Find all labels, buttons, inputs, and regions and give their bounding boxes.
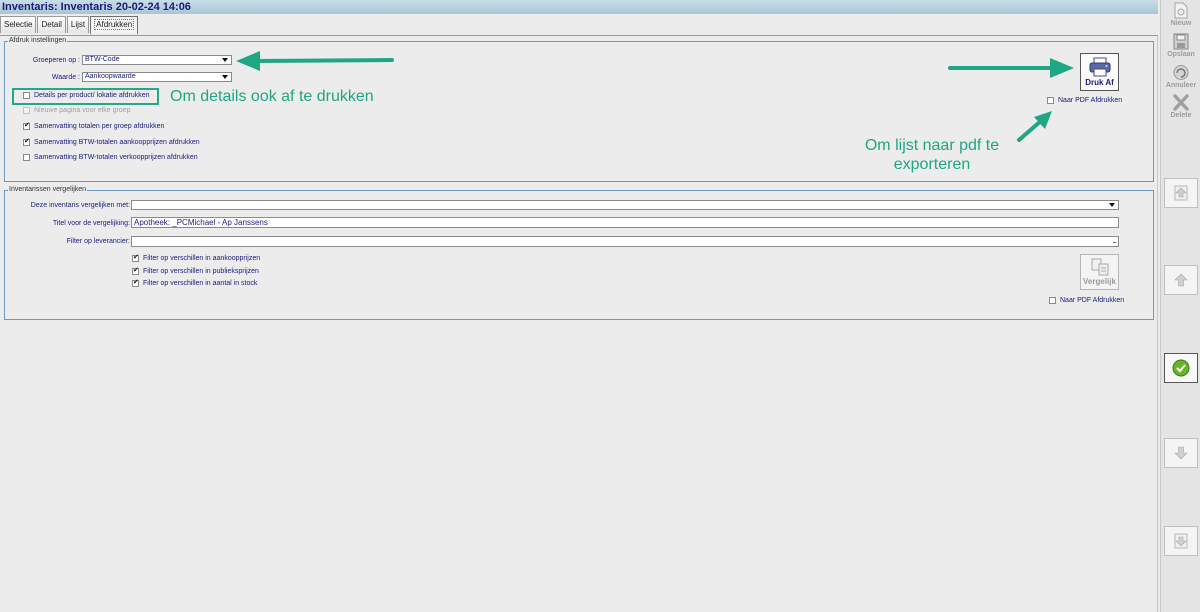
filter-public-label: Filter op verschillen in publieksprijzen (143, 268, 259, 275)
value-label: Waarde : (51, 74, 80, 81)
group-by-label: Groeperen op : (32, 57, 80, 64)
filter-stock-label: Filter op verschillen in aantal in stock (143, 280, 258, 287)
value-value: Aankoopwaarde (85, 73, 136, 80)
filter-purchase-checkbox[interactable]: Filter op verschillen in aankoopprijzen (132, 253, 261, 262)
new-page-checkbox[interactable]: Nieuwe pagina voor elke groep (23, 107, 131, 114)
window-title: Inventaris: Inventaris 20-02-24 14:06 (2, 1, 191, 13)
filter-public-checkbox[interactable]: Filter op verschillen in publieksprijzen (132, 266, 259, 275)
delete-x-icon (1173, 94, 1189, 111)
checkbox-box (132, 266, 139, 275)
next-record-button[interactable] (1164, 438, 1198, 468)
btw-purchase-checkbox-label: Samenvatting BTW-totalen aankoopprijzen … (34, 139, 200, 146)
save-button[interactable]: Opslaan (1164, 33, 1198, 58)
group-totals-checkbox-label: Samenvatting totalen per groep afdrukken (34, 123, 165, 130)
more-options-icon[interactable]: ... (1112, 236, 1117, 245)
pdf-print-checkbox-label: Naar PDF Afdrukken (1058, 97, 1123, 104)
tab-afdrukken-label: Afdrukken (94, 19, 135, 30)
arrow-down-icon (1174, 446, 1188, 460)
delete-button-label: Delete (1170, 112, 1192, 119)
compare-icon (1091, 258, 1108, 276)
new-page-checkbox-label: Nieuwe pagina voor elke groep (34, 107, 131, 114)
print-button-label: Druk Af (1085, 78, 1114, 87)
new-button-label: Nieuw (1170, 20, 1192, 27)
btw-purchase-checkbox[interactable]: Samenvatting BTW-totalen aankoopprijzen … (23, 137, 200, 146)
checkbox-box (1049, 297, 1056, 304)
checkbox-box (23, 154, 30, 161)
checkbox-box (23, 121, 30, 130)
comparison-title-label: Titel voor de vergelijking: (52, 220, 130, 227)
chevron-down-icon (222, 58, 228, 62)
confirm-button[interactable] (1164, 353, 1198, 383)
compare-button-label: Vergelijk (1083, 277, 1116, 286)
chevron-down-icon (1109, 203, 1115, 207)
comparison-title-value: Apotheek: _PCMichael - Ap Janssens (134, 218, 268, 227)
check-icon (1172, 359, 1190, 377)
previous-record-button[interactable] (1164, 265, 1198, 295)
undo-icon (1173, 65, 1189, 80)
checkbox-box (1047, 97, 1054, 104)
pdf-print-checkbox[interactable]: Naar PDF Afdrukken (1047, 97, 1122, 104)
new-button[interactable]: Nieuw (1164, 2, 1198, 27)
title-bar: Inventaris: Inventaris 20-02-24 14:06 (0, 0, 1158, 14)
pdf-annotation-line2: exporteren (893, 156, 971, 173)
new-document-icon (1174, 2, 1188, 19)
supplier-filter-label: Filter op leverancier: (66, 238, 130, 245)
group-totals-checkbox[interactable]: Samenvatting totalen per groep afdrukken (23, 121, 165, 130)
checkbox-box (23, 107, 30, 114)
arrow-right-icon (948, 58, 1074, 78)
details-highlight-frame (12, 88, 159, 105)
btw-sales-checkbox-label: Samenvatting BTW-totalen verkoopprijzen … (34, 154, 198, 161)
checkbox-box (132, 278, 139, 287)
supplier-filter-input[interactable]: ... (131, 236, 1119, 247)
tab-detail[interactable]: Detail (37, 16, 66, 33)
save-button-label: Opslaan (1167, 51, 1195, 58)
cancel-button-label: Annuleer (1165, 82, 1197, 89)
group-by-value: BTW-Code (85, 56, 120, 63)
filter-stock-checkbox[interactable]: Filter op verschillen in aantal in stock (132, 278, 258, 287)
compare-pdf-label: Naar PDF Afdrukken (1060, 297, 1125, 304)
compare-button[interactable]: Vergelijk (1080, 254, 1119, 290)
arrow-up-right-icon (1017, 111, 1052, 142)
compare-pdf-checkbox[interactable]: Naar PDF Afdrukken (1049, 297, 1124, 304)
compare-with-select[interactable] (131, 200, 1119, 210)
group-by-select[interactable]: BTW-Code (82, 55, 232, 65)
floppy-disk-icon (1173, 33, 1189, 50)
print-settings-legend: Afdruk instellingen (8, 37, 68, 44)
chevron-down-icon (222, 75, 228, 79)
print-button[interactable]: Druk Af (1080, 53, 1119, 91)
arrow-up-bar-icon (1174, 185, 1188, 201)
tab-bar: Selectie Detail Lijst Afdrukken (0, 16, 139, 35)
printer-icon (1089, 57, 1110, 77)
arrow-up-icon (1174, 273, 1188, 287)
comparison-title-input[interactable]: Apotheek: _PCMichael - Ap Janssens (131, 217, 1119, 228)
delete-button[interactable]: Delete (1164, 94, 1198, 119)
first-record-button[interactable] (1164, 178, 1198, 208)
tab-selectie[interactable]: Selectie (0, 16, 37, 33)
cancel-button[interactable]: Annuleer (1164, 64, 1198, 89)
last-record-button[interactable] (1164, 526, 1198, 556)
compare-with-label: Deze inventaris vergelijken met: (30, 202, 130, 209)
checkbox-box (23, 137, 30, 146)
right-toolbar: Nieuw Opslaan Annuleer Delete (1160, 0, 1200, 612)
value-select[interactable]: Aankoopwaarde (82, 72, 232, 82)
arrow-down-bar-icon (1174, 533, 1188, 549)
pdf-annotation-line1: Om lijst naar pdf te (864, 137, 1000, 154)
tab-lijst[interactable]: Lijst (66, 16, 90, 33)
btw-sales-checkbox[interactable]: Samenvatting BTW-totalen verkoopprijzen … (23, 154, 198, 161)
details-annotation: Om details ook af te drukken (170, 88, 374, 105)
arrow-left-icon (236, 51, 394, 71)
filter-purchase-label: Filter op verschillen in aankoopprijzen (143, 255, 261, 262)
tab-afdrukken[interactable]: Afdrukken (90, 16, 139, 35)
checkbox-box (132, 253, 139, 262)
compare-legend: Inventarissen vergelijken (8, 186, 88, 193)
